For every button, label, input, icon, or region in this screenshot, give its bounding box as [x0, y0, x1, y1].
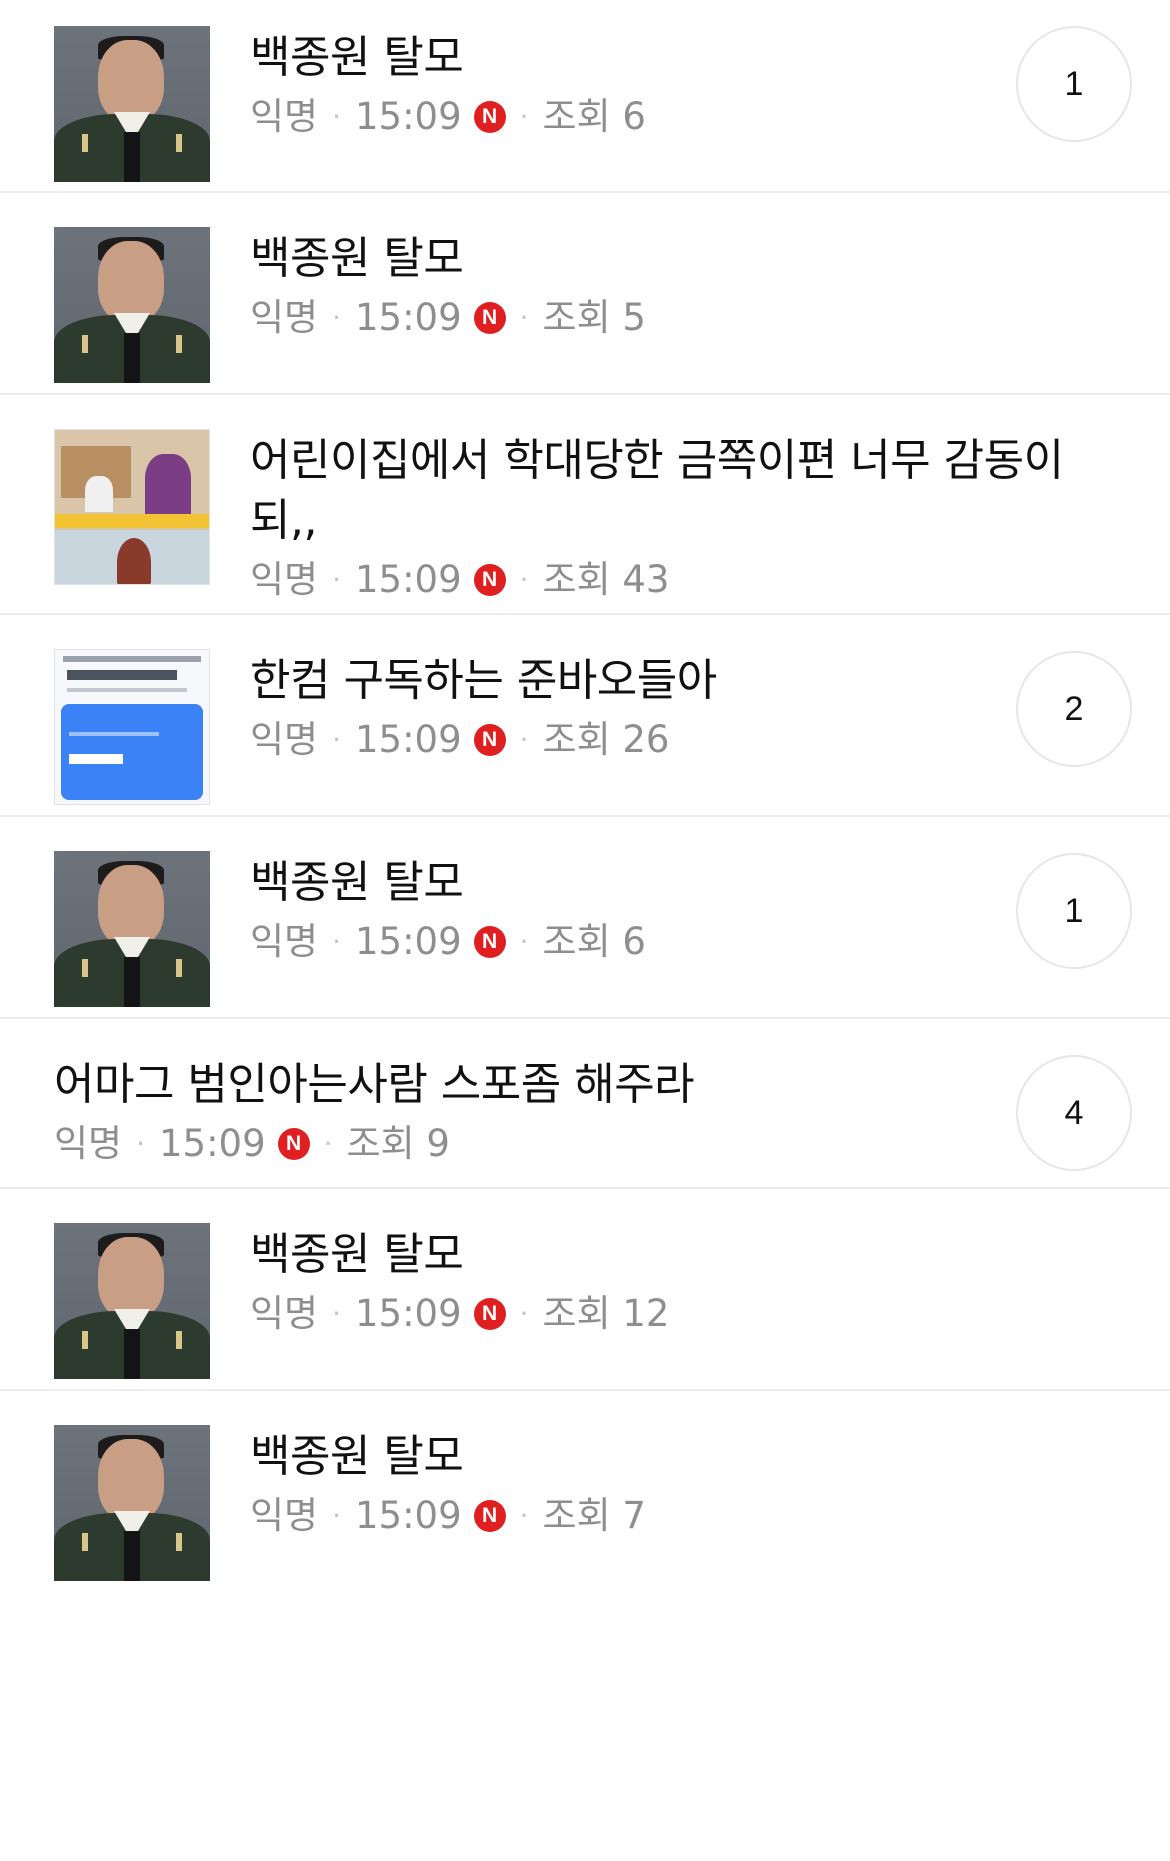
- separator-dot: ·: [332, 100, 341, 133]
- post-meta: 익명 · 15:09 N · 조회 12: [250, 1289, 1116, 1339]
- post-meta: 익명 · 15:09 N · 조회 43: [250, 555, 1096, 605]
- new-badge-icon: N: [473, 101, 506, 133]
- post-thumbnail[interactable]: [54, 429, 210, 585]
- post-title[interactable]: 어린이집에서 학대당한 금쪽이편 너무 감동이 되,,: [250, 431, 1096, 551]
- post-meta: 익명 · 15:09 N · 조회 9: [54, 1119, 1116, 1169]
- separator-dot: ·: [332, 563, 341, 596]
- post-item[interactable]: 백종원 탈모 익명 · 15:09 N · 조회 6 1: [0, 817, 1170, 1019]
- separator-dot: ·: [519, 563, 529, 596]
- post-time: 15:09: [355, 296, 462, 339]
- separator-dot: ·: [136, 1127, 145, 1160]
- post-title[interactable]: 한컴 구독하는 준바오들아: [250, 651, 1116, 711]
- post-item[interactable]: 한컴 구독하는 준바오들아 익명 · 15:09 N · 조회 26 2: [0, 615, 1170, 817]
- post-meta: 익명 · 15:09 N · 조회 26: [250, 715, 1116, 765]
- post-thumbnail[interactable]: [54, 1425, 210, 1581]
- new-badge-icon: N: [473, 1298, 506, 1330]
- separator-dot: ·: [332, 301, 341, 334]
- post-title[interactable]: 백종원 탈모: [250, 28, 1116, 88]
- separator-dot: ·: [519, 1499, 529, 1532]
- separator-dot: ·: [332, 723, 341, 756]
- post-views: 조회 43: [542, 558, 670, 601]
- separator-dot: ·: [519, 723, 529, 756]
- post-time: 15:09: [355, 920, 462, 963]
- comment-count-button[interactable]: 1: [1016, 26, 1132, 142]
- comment-count-button[interactable]: 4: [1016, 1055, 1132, 1171]
- new-badge-icon: N: [473, 1500, 506, 1532]
- post-author: 익명: [250, 1494, 319, 1537]
- separator-dot: ·: [323, 1127, 333, 1160]
- post-meta: 익명 · 15:09 N · 조회 7: [250, 1491, 1116, 1541]
- separator-dot: ·: [519, 925, 529, 958]
- new-badge-icon: N: [473, 724, 506, 756]
- post-author: 익명: [250, 920, 319, 963]
- comment-count-button[interactable]: 1: [1016, 853, 1132, 969]
- post-time: 15:09: [355, 718, 462, 761]
- post-title[interactable]: 백종원 탈모: [250, 1225, 1116, 1285]
- separator-dot: ·: [332, 1499, 341, 1532]
- post-views: 조회 6: [542, 920, 646, 963]
- post-item[interactable]: 어마그 범인아는사람 스포좀 해주라 익명 · 15:09 N · 조회 9 4: [0, 1019, 1170, 1189]
- post-item[interactable]: 백종원 탈모 익명 · 15:09 N · 조회 7: [0, 1391, 1170, 1859]
- post-author: 익명: [250, 95, 319, 138]
- separator-dot: ·: [332, 1297, 341, 1330]
- post-views: 조회 26: [542, 718, 670, 761]
- post-item[interactable]: 어린이집에서 학대당한 금쪽이편 너무 감동이 되,, 익명 · 15:09 N · 조회…: [0, 395, 1170, 615]
- post-title[interactable]: 백종원 탈모: [250, 853, 1116, 913]
- post-item[interactable]: 백종원 탈모 익명 · 15:09 N · 조회 5: [0, 193, 1170, 395]
- new-badge-icon: N: [473, 564, 506, 596]
- post-author: 익명: [54, 1122, 123, 1165]
- post-time: 15:09: [355, 95, 462, 138]
- post-thumbnail[interactable]: [54, 227, 210, 383]
- post-author: 익명: [250, 296, 319, 339]
- post-time: 15:09: [355, 1292, 462, 1335]
- post-meta: 익명 · 15:09 N · 조회 6: [250, 92, 1116, 142]
- post-author: 익명: [250, 558, 319, 601]
- post-feed: 백종원 탈모 익명 · 15:09 N · 조회 6 1 백종원 탈모 익명 · 15:09 N…: [0, 0, 1170, 1859]
- separator-dot: ·: [519, 301, 529, 334]
- new-badge-icon: N: [473, 926, 506, 958]
- separator-dot: ·: [519, 1297, 529, 1330]
- post-views: 조회 6: [542, 95, 646, 138]
- post-title[interactable]: 백종원 탈모: [250, 229, 1116, 289]
- post-meta: 익명 · 15:09 N · 조회 5: [250, 293, 1116, 343]
- comment-count-button[interactable]: 2: [1016, 651, 1132, 767]
- post-item[interactable]: 백종원 탈모 익명 · 15:09 N · 조회 12: [0, 1189, 1170, 1391]
- post-thumbnail[interactable]: [54, 851, 210, 1007]
- post-thumbnail[interactable]: [54, 649, 210, 805]
- post-thumbnail[interactable]: [54, 26, 210, 182]
- post-views: 조회 12: [542, 1292, 670, 1335]
- post-title[interactable]: 백종원 탈모: [250, 1427, 1116, 1487]
- post-views: 조회 5: [542, 296, 646, 339]
- separator-dot: ·: [332, 925, 341, 958]
- post-views: 조회 9: [346, 1122, 450, 1165]
- post-views: 조회 7: [542, 1494, 646, 1537]
- post-author: 익명: [250, 1292, 319, 1335]
- post-thumbnail[interactable]: [54, 1223, 210, 1379]
- new-badge-icon: N: [277, 1128, 310, 1160]
- post-author: 익명: [250, 718, 319, 761]
- post-title[interactable]: 어마그 범인아는사람 스포좀 해주라: [54, 1055, 1116, 1115]
- post-time: 15:09: [159, 1122, 266, 1165]
- post-time: 15:09: [355, 1494, 462, 1537]
- post-time: 15:09: [355, 558, 462, 601]
- post-item[interactable]: 백종원 탈모 익명 · 15:09 N · 조회 6 1: [0, 0, 1170, 193]
- separator-dot: ·: [519, 100, 529, 133]
- post-meta: 익명 · 15:09 N · 조회 6: [250, 917, 1116, 967]
- new-badge-icon: N: [473, 302, 506, 334]
